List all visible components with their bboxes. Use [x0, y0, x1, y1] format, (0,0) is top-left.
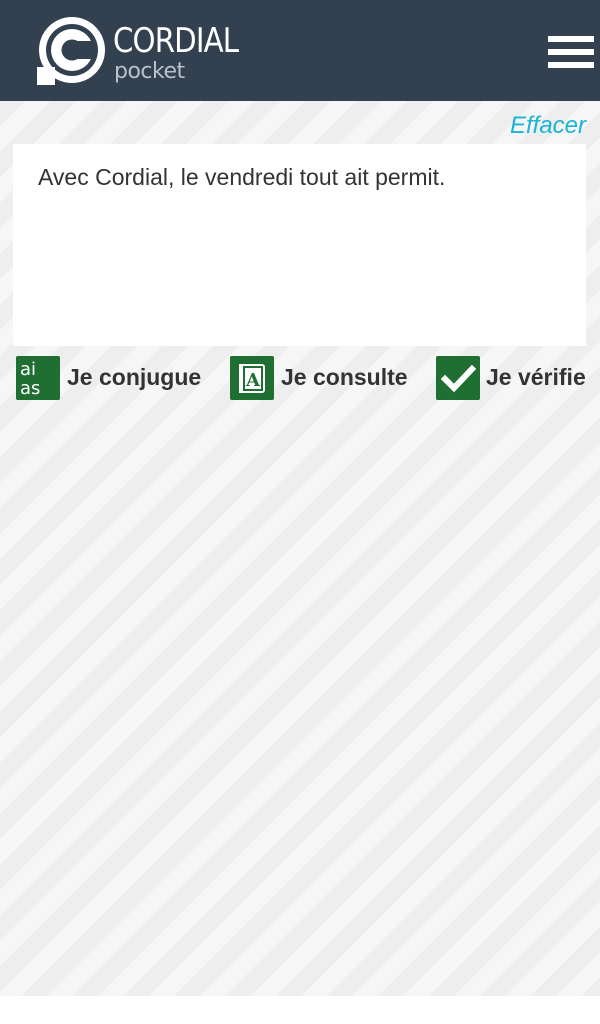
cordial-pocket-logo[interactable]: CORDIAL pocket	[37, 15, 239, 89]
cordial-c-logo-icon	[37, 17, 105, 85]
menu-bar	[548, 36, 594, 42]
conjugate-button[interactable]: ai as Je conjugue	[16, 356, 206, 400]
menu-bar	[548, 49, 594, 55]
text-editor[interactable]: Avec Cordial, le vendredi tout ait permi…	[13, 144, 586, 346]
app-header: CORDIAL pocket	[0, 0, 600, 101]
hamburger-menu-icon[interactable]	[546, 34, 596, 70]
svg-text:ai: ai	[20, 359, 36, 380]
verify-button[interactable]: Je vérifie	[436, 356, 591, 400]
menu-bar	[548, 62, 594, 68]
verify-label: Je vérifie	[486, 364, 586, 390]
conjugate-icon: ai as	[16, 356, 60, 400]
consult-button[interactable]: A Je consulte	[230, 356, 410, 400]
logo-wordmark: CORDIAL	[113, 21, 239, 61]
consult-label: Je consulte	[281, 364, 408, 390]
clear-button[interactable]: Effacer	[510, 111, 586, 141]
logo-subtitle: pocket	[114, 59, 185, 84]
svg-text:as: as	[20, 378, 40, 399]
main-content: Effacer Avec Cordial, le vendredi tout a…	[0, 101, 600, 996]
text-input[interactable]: Avec Cordial, le vendredi tout ait permi…	[38, 162, 568, 192]
dictionary-book-icon: A	[230, 356, 274, 400]
conjugate-label: Je conjugue	[67, 364, 202, 390]
footer-area	[0, 996, 600, 1024]
svg-text:A: A	[245, 370, 261, 391]
checkmark-icon	[436, 356, 480, 400]
